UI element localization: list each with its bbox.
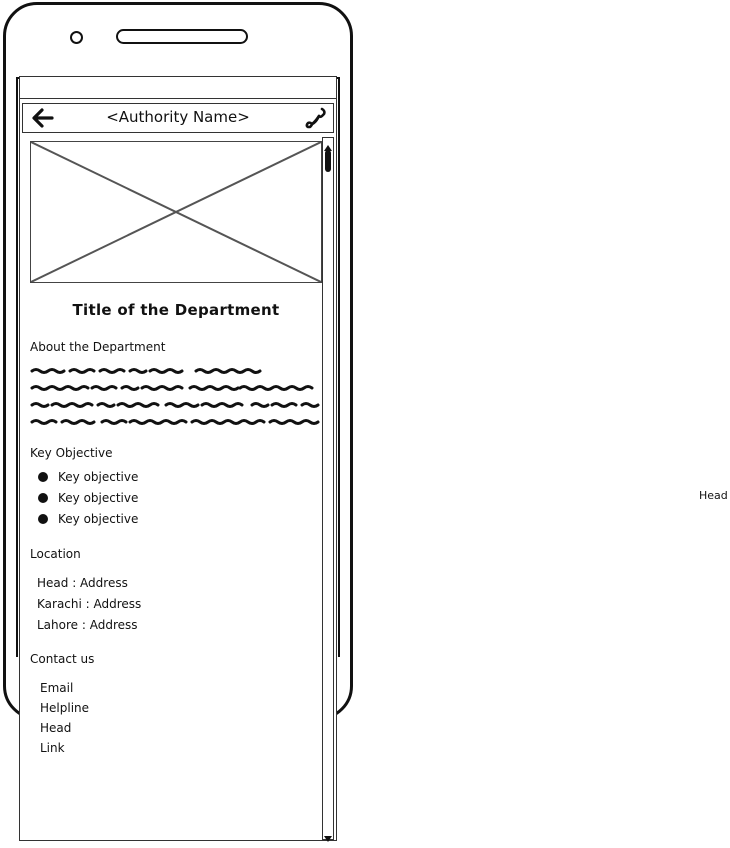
stray-label: Head: [699, 489, 728, 502]
bullet-icon: [38, 514, 48, 524]
phone-icon[interactable]: [305, 107, 327, 129]
arrow-left-icon[interactable]: [31, 107, 55, 129]
placeholder-text-scribble: [30, 363, 322, 429]
department-title: Title of the Department: [72, 301, 280, 319]
speaker-icon: [116, 29, 248, 44]
key-objective-list: Key objective Key objective Key objectiv…: [38, 469, 138, 532]
about-label: About the Department: [30, 340, 166, 354]
list-item: Key objective: [38, 490, 138, 511]
bullet-icon: [38, 493, 48, 503]
image-placeholder: [30, 141, 322, 283]
scroll-thumb[interactable]: [325, 150, 331, 172]
list-item: Lahore : Address: [37, 618, 138, 632]
page-title: <Authority Name>: [106, 108, 250, 126]
scroll-down-icon[interactable]: [323, 829, 333, 842]
contact-link[interactable]: Link: [40, 740, 89, 760]
key-objective-label: Key Objective: [30, 446, 113, 460]
contact-email-link[interactable]: Email: [40, 680, 89, 700]
bullet-icon: [38, 472, 48, 482]
contact-label: Contact us: [30, 652, 95, 666]
vertical-scrollbar[interactable]: [322, 137, 334, 842]
camera-icon: [70, 31, 83, 44]
status-bar: [20, 77, 336, 99]
app-bar: <Authority Name>: [22, 103, 334, 133]
list-item: Karachi : Address: [37, 597, 142, 611]
location-list: Head : Address Karachi : Address Lahore …: [37, 575, 141, 638]
list-item: Head : Address: [37, 576, 128, 590]
scroll-up-icon[interactable]: [323, 138, 333, 151]
contact-list: Email Helpline Head Link: [40, 680, 89, 760]
app-screen: <Authority Name> Title of the Department…: [19, 76, 337, 842]
list-item-text: Key objective: [58, 512, 139, 526]
list-item: Key objective: [38, 469, 138, 490]
contact-helpline-link[interactable]: Helpline: [40, 700, 89, 720]
contact-head-link[interactable]: Head: [40, 720, 89, 740]
list-item-text: Key objective: [58, 491, 139, 505]
list-item-text: Key objective: [58, 470, 139, 484]
location-label: Location: [30, 547, 81, 561]
list-item: Key objective: [38, 511, 138, 532]
